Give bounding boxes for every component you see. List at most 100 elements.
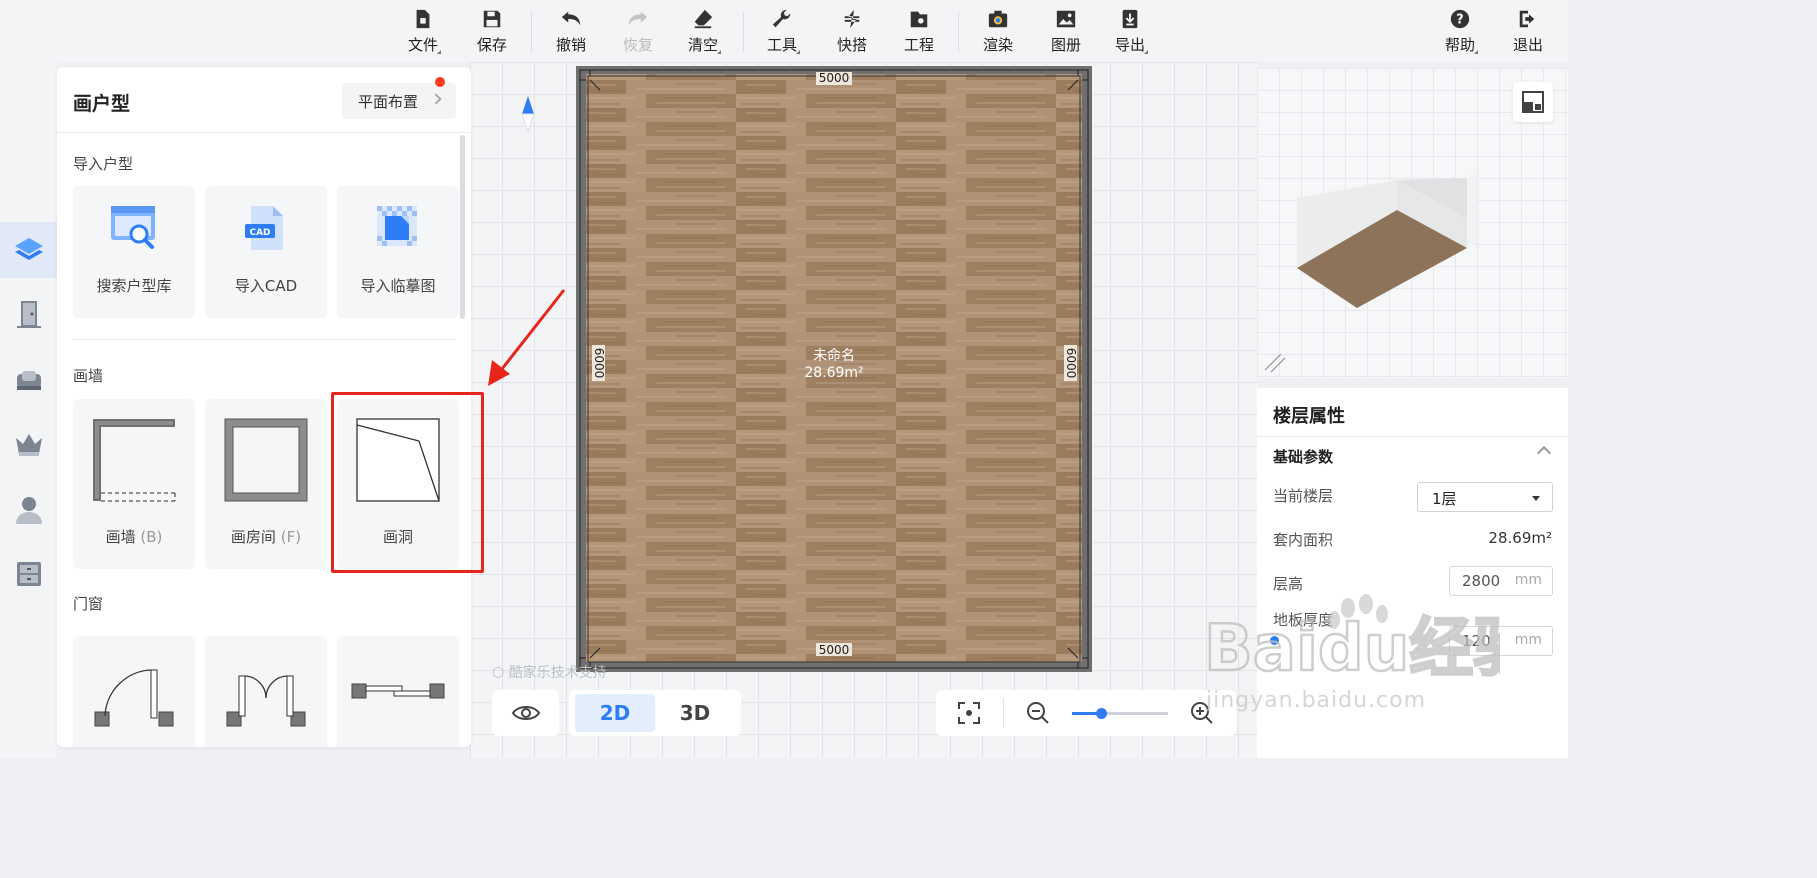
- zoom-controls: [936, 690, 1236, 736]
- export-button[interactable]: 导出: [1100, 8, 1160, 60]
- double-door-card[interactable]: [205, 636, 327, 747]
- search-floorplan-card[interactable]: 搜索户型库: [73, 186, 195, 318]
- rail-cabinet[interactable]: [0, 546, 57, 602]
- crown-icon: [15, 434, 42, 456]
- camera-icon: [988, 10, 1008, 28]
- dimension-left: 6000: [592, 348, 606, 379]
- eye-icon: [511, 706, 541, 720]
- undo-icon: [561, 11, 581, 26]
- layout-button-label: 平面布置: [358, 92, 419, 111]
- rail-floorplan[interactable]: [0, 222, 57, 278]
- eraser-icon: [694, 9, 713, 29]
- wrench-icon: [772, 9, 791, 28]
- layout-button[interactable]: 平面布置: [342, 83, 456, 119]
- basic-params-header[interactable]: 基础参数: [1273, 446, 1333, 467]
- top-toolbar: 文件 保存 撤销 恢复 清空 工具 快搭 工程 渲染 图册 导出 ? 帮助 退出: [0, 0, 1568, 62]
- draw-room-icon: [224, 418, 308, 502]
- export-icon: [1122, 9, 1138, 29]
- clear-button[interactable]: 清空: [673, 8, 733, 60]
- project-button[interactable]: 工程: [889, 8, 949, 60]
- import-cad-label: 导入CAD: [234, 277, 298, 295]
- room-name[interactable]: 未命名: [813, 347, 855, 364]
- view-mode-toggle: 2D 3D: [569, 690, 741, 736]
- panel-header: 画户型 平面布置: [57, 67, 471, 133]
- section-import: 导入户型: [73, 155, 134, 173]
- zoom-out-icon[interactable]: [1026, 701, 1050, 725]
- single-door-icon: [94, 669, 174, 727]
- window-icon: [351, 683, 445, 699]
- import-tracing-card[interactable]: 导入临摹图: [337, 186, 459, 318]
- floor-plan[interactable]: 5000 5000 6000 6000 未命名 28.69m²: [576, 66, 1092, 672]
- rail-decor[interactable]: [0, 416, 57, 472]
- svg-text:?: ?: [1456, 13, 1463, 28]
- visibility-control[interactable]: [492, 690, 559, 736]
- exit-button[interactable]: 退出: [1498, 8, 1558, 60]
- section-divider: [73, 339, 455, 340]
- search-library-icon: [111, 206, 155, 249]
- sofa-icon: [16, 371, 41, 390]
- album-button[interactable]: 图册: [1036, 8, 1096, 60]
- save-button[interactable]: 保存: [462, 8, 522, 60]
- chevron-right-icon: [430, 93, 442, 105]
- chevron-down-icon: [1532, 496, 1540, 501]
- search-floorplan-label: 搜索户型库: [96, 277, 172, 295]
- rail-furniture[interactable]: [0, 352, 57, 408]
- props-title: 楼层属性: [1273, 406, 1345, 427]
- section-doors-windows: 门窗: [73, 595, 104, 613]
- thickness-input[interactable]: 120 mm: [1449, 626, 1553, 656]
- single-door-card[interactable]: [73, 636, 195, 747]
- draw-wall-card[interactable]: 画墙 (B): [73, 399, 195, 569]
- highlight-box: [331, 392, 484, 573]
- cabinet-icon: [16, 562, 41, 586]
- cad-file-icon: CAD: [245, 206, 283, 250]
- door-icon: [16, 301, 41, 328]
- undo-button[interactable]: 撤销: [541, 8, 601, 60]
- current-floor-select[interactable]: 1层: [1417, 482, 1553, 512]
- compass-icon[interactable]: [520, 94, 536, 134]
- room-area: 28.69m²: [804, 365, 863, 381]
- 3d-preview[interactable]: [1257, 68, 1568, 378]
- rail-doors[interactable]: [0, 286, 57, 342]
- file-icon: [416, 9, 430, 29]
- render-button[interactable]: 渲染: [968, 8, 1028, 60]
- thickness-label: 地板厚度: [1273, 611, 1334, 629]
- notification-dot: [435, 77, 445, 87]
- panel-scrollbar[interactable]: [460, 135, 465, 319]
- rail-my[interactable]: [0, 482, 57, 538]
- file-button[interactable]: 文件: [393, 8, 453, 60]
- cad-badge-text: CAD: [249, 228, 270, 238]
- import-tracing-label: 导入临摹图: [360, 277, 436, 295]
- save-icon: [483, 10, 501, 28]
- zoom-slider-handle[interactable]: [1095, 708, 1107, 719]
- user-icon: [15, 497, 42, 524]
- draw-room-card[interactable]: 画房间 (F): [205, 399, 327, 569]
- view-2d-tab[interactable]: 2D: [575, 694, 655, 732]
- section-walls: 画墙: [73, 367, 104, 385]
- project-icon: [910, 11, 928, 28]
- layout-toggle-icon: [1522, 91, 1544, 113]
- tracing-image-icon: [377, 206, 417, 246]
- redo-icon: [628, 11, 648, 26]
- view-3d-tab[interactable]: 3D: [655, 694, 735, 732]
- import-cad-card[interactable]: CAD 导入CAD: [205, 186, 327, 318]
- shield-icon: ⬡: [492, 665, 509, 681]
- height-input[interactable]: 2800 mm: [1449, 566, 1553, 596]
- zoom-slider[interactable]: [1072, 708, 1168, 719]
- window-card[interactable]: [337, 636, 459, 747]
- help-icon: ?: [1450, 9, 1470, 29]
- floorplan-icon: [14, 238, 43, 260]
- annotation-arrow-icon: [488, 289, 566, 386]
- dimension-bottom: 5000: [819, 643, 850, 657]
- help-button[interactable]: ? 帮助: [1430, 8, 1490, 60]
- chevron-up-icon[interactable]: [1536, 445, 1552, 461]
- exit-icon: [1519, 10, 1535, 28]
- redo-button[interactable]: 恢复: [608, 8, 668, 60]
- dimension-top: 5000: [819, 71, 850, 85]
- preview-toggle-button[interactable]: [1513, 82, 1553, 122]
- baidu-watermark-url: jingyan.baidu.com: [1206, 688, 1427, 713]
- tools-button[interactable]: 工具: [752, 8, 812, 60]
- fit-view-icon[interactable]: [957, 701, 981, 725]
- image-icon: [1056, 10, 1076, 28]
- draw-room-label: 画房间 (F): [230, 528, 302, 546]
- quick-build-button[interactable]: 快搭: [822, 8, 882, 60]
